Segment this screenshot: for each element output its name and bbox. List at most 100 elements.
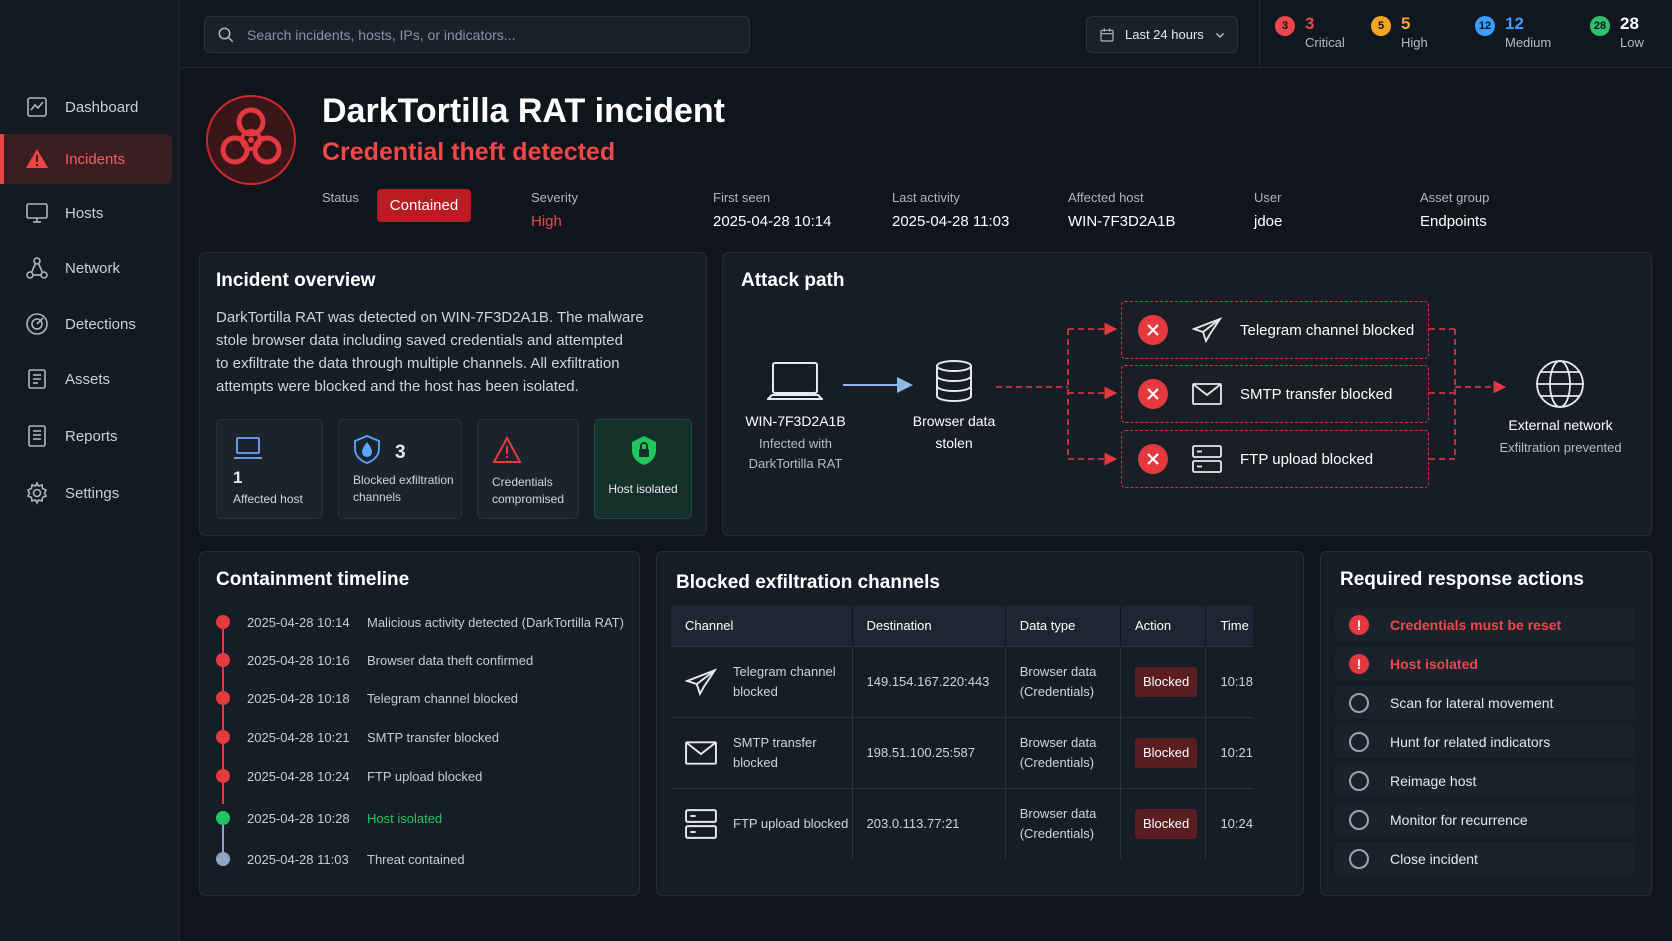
action-item[interactable]: Hunt for related indicators bbox=[1335, 725, 1635, 758]
overview-description: DarkTortilla RAT was detected on WIN-7F3… bbox=[216, 306, 676, 398]
stat-card-credentials[interactable]: Credentials compromised bbox=[477, 419, 579, 519]
table-cell: Browser data (Credentials) bbox=[1005, 716, 1121, 788]
low-label: Low bbox=[1620, 35, 1644, 50]
search-box[interactable] bbox=[204, 16, 750, 53]
checkbox-circle[interactable] bbox=[1349, 731, 1369, 752]
timeline-time: 2025-04-28 10:14 bbox=[247, 614, 350, 630]
checkbox-circle[interactable] bbox=[1349, 848, 1369, 869]
user-label: User bbox=[1254, 190, 1282, 205]
severity-medium[interactable]: 12 12 Medium bbox=[1475, 14, 1551, 52]
blocked-x-icon bbox=[1138, 315, 1168, 345]
column-header[interactable]: Data type bbox=[1005, 606, 1121, 646]
time-range-dropdown[interactable]: Last 24 hours bbox=[1086, 16, 1238, 53]
timeline-dot bbox=[216, 653, 230, 667]
column-header[interactable]: Channel bbox=[671, 606, 853, 646]
checkbox-circle[interactable] bbox=[1349, 770, 1369, 791]
action-item[interactable]: ! Credentials must be reset bbox=[1335, 608, 1635, 641]
stat-card-host-isolated[interactable]: Host isolated bbox=[594, 419, 692, 519]
host-node-sub: Infected with bbox=[759, 436, 832, 451]
action-item[interactable]: Close incident bbox=[1335, 842, 1635, 875]
table-cell: 10:24 bbox=[1205, 787, 1253, 859]
sidebar-item-assets[interactable]: Assets bbox=[0, 354, 172, 404]
data-type: (Credentials) bbox=[1019, 754, 1095, 770]
action-item[interactable]: Scan for lateral movement bbox=[1335, 686, 1635, 719]
affected-host-value[interactable]: WIN-7F3D2A1B bbox=[1068, 213, 1176, 230]
sidebar-item-hosts[interactable]: Hosts bbox=[0, 188, 172, 238]
table-cell: Browser data (Credentials) bbox=[1005, 645, 1121, 717]
data-node-label: stolen bbox=[935, 435, 973, 451]
critical-badge: 3 bbox=[1275, 16, 1295, 36]
critical-count: 3 bbox=[1305, 14, 1315, 33]
high-label: High bbox=[1401, 35, 1428, 50]
data-type: (Credentials) bbox=[1019, 825, 1095, 841]
divider bbox=[1259, 0, 1260, 68]
stat-card-blocked-channels[interactable]: 3 Blocked exfiltration channels bbox=[338, 419, 462, 519]
checkbox-circle[interactable] bbox=[1349, 692, 1369, 713]
sidebar-item-settings[interactable]: Settings bbox=[0, 468, 172, 518]
host-node-label: WIN-7F3D2A1B bbox=[745, 413, 846, 429]
sidebar-item-network[interactable]: Network bbox=[0, 243, 172, 293]
sidebar-item-reports[interactable]: Reports bbox=[0, 411, 172, 461]
table-row[interactable]: FTP upload blocked 203.0.113.77:21 Brows… bbox=[671, 787, 1253, 859]
timeline-event: 2025-04-28 11:03 Threat contained bbox=[216, 849, 465, 869]
blocked-channel-smtp[interactable]: SMTP transfer blocked bbox=[1121, 365, 1429, 423]
timeline-time: 2025-04-28 10:16 bbox=[247, 652, 350, 668]
action-item[interactable]: ! Host isolated bbox=[1335, 647, 1635, 680]
table-row[interactable]: SMTP transfer blocked 198.51.100.25:587 B… bbox=[671, 716, 1253, 788]
table-cell: SMTP transfer blocked bbox=[671, 716, 853, 788]
biohazard-icon bbox=[206, 95, 296, 185]
action-item[interactable]: Reimage host bbox=[1335, 764, 1635, 797]
blocked-channel-telegram[interactable]: Telegram channel blocked bbox=[1121, 301, 1429, 359]
timeline-desc: SMTP transfer blocked bbox=[367, 729, 499, 745]
severity-critical[interactable]: 3 3 Critical bbox=[1275, 14, 1345, 52]
stat-card-affected-host[interactable]: 1 Affected host bbox=[216, 419, 323, 519]
timeline-event: 2025-04-28 10:21 SMTP transfer blocked bbox=[216, 727, 499, 747]
table-cell: 203.0.113.77:21 bbox=[852, 787, 1006, 859]
last-activity-label: Last activity bbox=[892, 190, 960, 205]
sidebar-item-dashboard[interactable]: Dashboard bbox=[0, 82, 172, 132]
blocked-x-icon bbox=[1138, 444, 1168, 474]
panel-title: Containment timeline bbox=[216, 569, 410, 590]
panel-title: Blocked exfiltration channels bbox=[676, 572, 940, 593]
database-icon bbox=[936, 360, 972, 402]
channel-name: FTP upload blocked bbox=[733, 815, 849, 831]
stat-label-line: Blocked exfiltration bbox=[353, 473, 454, 487]
timeline-desc: Host isolated bbox=[367, 810, 443, 826]
timeline-dot bbox=[216, 615, 230, 629]
status-badge: Contained bbox=[377, 189, 471, 222]
search-input[interactable] bbox=[247, 26, 717, 43]
sidebar-item-detections[interactable]: Detections bbox=[0, 299, 172, 349]
overview-line: stole browser data including saved crede… bbox=[216, 332, 623, 349]
table-row[interactable]: Telegram channel blocked 149.154.167.220:… bbox=[671, 645, 1253, 717]
blocked-channel-ftp[interactable]: FTP upload blocked bbox=[1121, 430, 1429, 488]
asset-group-label: Asset group bbox=[1420, 190, 1490, 205]
timeline-event: 2025-04-28 10:28 Host isolated bbox=[216, 808, 442, 828]
column-header[interactable]: Destination bbox=[852, 606, 1006, 646]
column-header[interactable]: Time bbox=[1205, 606, 1253, 646]
panel-title: Incident overview bbox=[216, 270, 376, 291]
action-label: Hunt for related indicators bbox=[1390, 733, 1551, 750]
checkbox-circle[interactable] bbox=[1349, 809, 1369, 830]
action-label: Host isolated bbox=[1390, 655, 1478, 672]
severity-high[interactable]: 5 5 High bbox=[1371, 14, 1428, 52]
sidebar-item-label: Assets bbox=[65, 370, 111, 388]
incident-overview-panel: Incident overview DarkTortilla RAT was d… bbox=[199, 252, 707, 536]
timeline-desc: Malicious activity detected (DarkTortill… bbox=[367, 614, 624, 630]
external-network-sub: Exfiltration prevented bbox=[1499, 440, 1622, 455]
blocked-x-icon bbox=[1138, 379, 1168, 409]
time-range-label: Last 24 hours bbox=[1125, 27, 1204, 42]
user-value[interactable]: jdoe bbox=[1254, 213, 1282, 230]
high-count: 5 bbox=[1401, 14, 1411, 33]
action-item[interactable]: Monitor for recurrence bbox=[1335, 803, 1635, 836]
asset-group-value: Endpoints bbox=[1420, 213, 1487, 230]
globe-icon bbox=[1536, 360, 1584, 408]
medium-count: 12 bbox=[1505, 14, 1524, 33]
lock-shield-icon bbox=[632, 436, 656, 465]
server-icon bbox=[1192, 445, 1222, 473]
sidebar-item-label: Settings bbox=[65, 484, 120, 502]
server-icon bbox=[685, 808, 717, 839]
severity-low[interactable]: 28 28 Low bbox=[1590, 14, 1644, 52]
network-icon bbox=[26, 257, 48, 279]
column-header[interactable]: Action bbox=[1120, 606, 1207, 646]
sidebar-item-incidents[interactable]: Incidents bbox=[0, 134, 172, 184]
